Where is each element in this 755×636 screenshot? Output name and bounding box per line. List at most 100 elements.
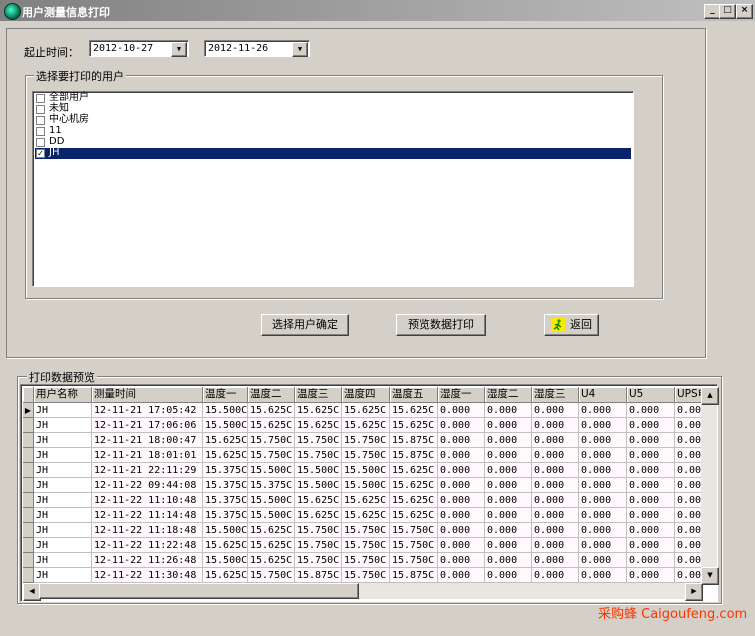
table-cell[interactable]: 0.000 <box>485 493 532 508</box>
table-cell[interactable]: 0.000 <box>438 478 485 493</box>
column-header[interactable]: 温度三 <box>295 387 342 403</box>
table-cell[interactable]: 0.000 <box>438 508 485 523</box>
table-cell[interactable]: 15.750C <box>342 523 390 538</box>
table-cell[interactable]: 15.500C <box>248 463 295 478</box>
scroll-up-icon[interactable]: ▲ <box>701 387 719 405</box>
start-date-combo[interactable]: 2012-10-27 ▼ <box>89 40 189 57</box>
table-cell[interactable]: 15.625C <box>248 418 295 433</box>
table-cell[interactable]: 0.000 <box>438 553 485 568</box>
table-cell[interactable]: 0.000 <box>532 403 579 418</box>
table-cell[interactable]: 0.000 <box>579 493 627 508</box>
table-cell[interactable]: 15.500C <box>203 553 248 568</box>
table-cell[interactable]: 15.500C <box>203 523 248 538</box>
row-indicator[interactable] <box>23 523 34 538</box>
scroll-down-icon[interactable]: ▼ <box>701 567 719 585</box>
table-cell[interactable]: 0.000 <box>485 403 532 418</box>
table-cell[interactable]: 0.000 <box>675 403 701 418</box>
table-cell[interactable]: 15.500C <box>295 463 342 478</box>
table-cell[interactable]: 0.000 <box>627 463 675 478</box>
user-list-item[interactable]: ✓ JH <box>35 148 631 159</box>
back-button[interactable]: 返回 <box>544 314 599 336</box>
table-cell[interactable]: 15.750C <box>390 523 438 538</box>
table-cell[interactable]: 15.750C <box>295 538 342 553</box>
scroll-right-icon[interactable]: ▶ <box>685 583 703 601</box>
column-header[interactable]: U5 <box>627 387 675 403</box>
table-cell[interactable]: 15.375C <box>203 478 248 493</box>
table-cell[interactable]: 0.000 <box>532 523 579 538</box>
table-cell[interactable]: 0.000 <box>579 523 627 538</box>
column-header[interactable]: 温度五 <box>390 387 438 403</box>
table-cell[interactable]: 0.000 <box>627 523 675 538</box>
table-cell[interactable]: 15.625C <box>390 403 438 418</box>
end-date-combo[interactable]: 2012-11-26 ▼ <box>204 40 310 57</box>
table-cell[interactable]: 15.625C <box>295 418 342 433</box>
table-cell[interactable]: 15.750C <box>390 538 438 553</box>
table-cell[interactable]: JH <box>34 478 92 493</box>
table-cell[interactable]: 15.625C <box>295 403 342 418</box>
table-cell[interactable]: 0.000 <box>438 403 485 418</box>
table-cell[interactable]: 15.750C <box>390 553 438 568</box>
table-cell[interactable]: 0.000 <box>579 478 627 493</box>
table-cell[interactable]: 15.625C <box>342 508 390 523</box>
table-cell[interactable]: 0.000 <box>675 418 701 433</box>
table-cell[interactable]: 0.000 <box>579 508 627 523</box>
table-cell[interactable]: 0.000 <box>438 523 485 538</box>
row-indicator[interactable] <box>23 433 34 448</box>
table-cell[interactable]: JH <box>34 463 92 478</box>
table-cell[interactable]: 15.750C <box>342 568 390 583</box>
table-cell[interactable]: JH <box>34 418 92 433</box>
table-cell[interactable]: 0.000 <box>579 538 627 553</box>
table-cell[interactable]: 15.625C <box>390 463 438 478</box>
table-cell[interactable]: 15.750C <box>295 523 342 538</box>
column-header[interactable]: 温度四 <box>342 387 390 403</box>
horizontal-scrollbar[interactable]: ◀ ▶ <box>23 583 703 601</box>
table-cell[interactable]: 15.625C <box>203 448 248 463</box>
row-indicator[interactable] <box>23 568 34 583</box>
table-cell[interactable]: 15.625C <box>203 433 248 448</box>
table-cell[interactable]: 0.000 <box>532 433 579 448</box>
current-row-pointer-icon[interactable]: ▶ <box>23 403 34 418</box>
table-cell[interactable]: 0.000 <box>627 418 675 433</box>
table-cell[interactable]: 15.625C <box>390 493 438 508</box>
user-list-item[interactable]: 中心机房 <box>35 115 631 126</box>
user-list-item[interactable]: DD <box>35 137 631 148</box>
table-cell[interactable]: 0.000 <box>438 538 485 553</box>
table-cell[interactable]: 0.000 <box>627 538 675 553</box>
table-cell[interactable]: 0.000 <box>485 478 532 493</box>
table-cell[interactable]: JH <box>34 523 92 538</box>
user-list-item[interactable]: 全部用户 <box>35 93 631 104</box>
table-cell[interactable]: 0.000 <box>675 478 701 493</box>
table-cell[interactable]: 0.000 <box>627 448 675 463</box>
table-cell[interactable]: 15.875C <box>295 568 342 583</box>
checkbox-checked-icon[interactable]: ✓ <box>36 149 45 158</box>
column-header[interactable]: UPS电 <box>675 387 701 403</box>
table-cell[interactable]: 12-11-22 11:10:48 <box>92 493 203 508</box>
table-cell[interactable]: 0.000 <box>485 448 532 463</box>
table-cell[interactable]: 15.875C <box>390 568 438 583</box>
preview-print-button[interactable]: 预览数据打印 <box>396 314 486 336</box>
table-cell[interactable]: 15.750C <box>248 568 295 583</box>
table-cell[interactable]: 15.750C <box>342 448 390 463</box>
table-cell[interactable]: 15.625C <box>248 523 295 538</box>
table-cell[interactable]: 12-11-21 17:05:42 <box>92 403 203 418</box>
table-cell[interactable]: 15.500C <box>342 463 390 478</box>
table-cell[interactable]: 12-11-22 11:14:48 <box>92 508 203 523</box>
table-cell[interactable]: 12-11-21 22:11:29 <box>92 463 203 478</box>
column-header[interactable]: 温度一 <box>203 387 248 403</box>
table-cell[interactable]: 0.000 <box>675 448 701 463</box>
table-cell[interactable]: 0.000 <box>438 568 485 583</box>
table-cell[interactable]: 15.500C <box>248 508 295 523</box>
table-cell[interactable]: 15.750C <box>295 553 342 568</box>
checkbox-icon[interactable] <box>36 138 45 147</box>
table-cell[interactable]: 0.000 <box>485 523 532 538</box>
table-cell[interactable]: 0.000 <box>579 568 627 583</box>
table-cell[interactable]: 0.000 <box>675 553 701 568</box>
row-indicator[interactable] <box>23 478 34 493</box>
column-header[interactable]: U4 <box>579 387 627 403</box>
checkbox-icon[interactable] <box>36 127 45 136</box>
table-cell[interactable]: JH <box>34 448 92 463</box>
table-cell[interactable]: 0.000 <box>532 538 579 553</box>
table-cell[interactable]: 15.625C <box>390 418 438 433</box>
table-cell[interactable]: 15.625C <box>248 538 295 553</box>
table-cell[interactable]: 0.000 <box>532 418 579 433</box>
